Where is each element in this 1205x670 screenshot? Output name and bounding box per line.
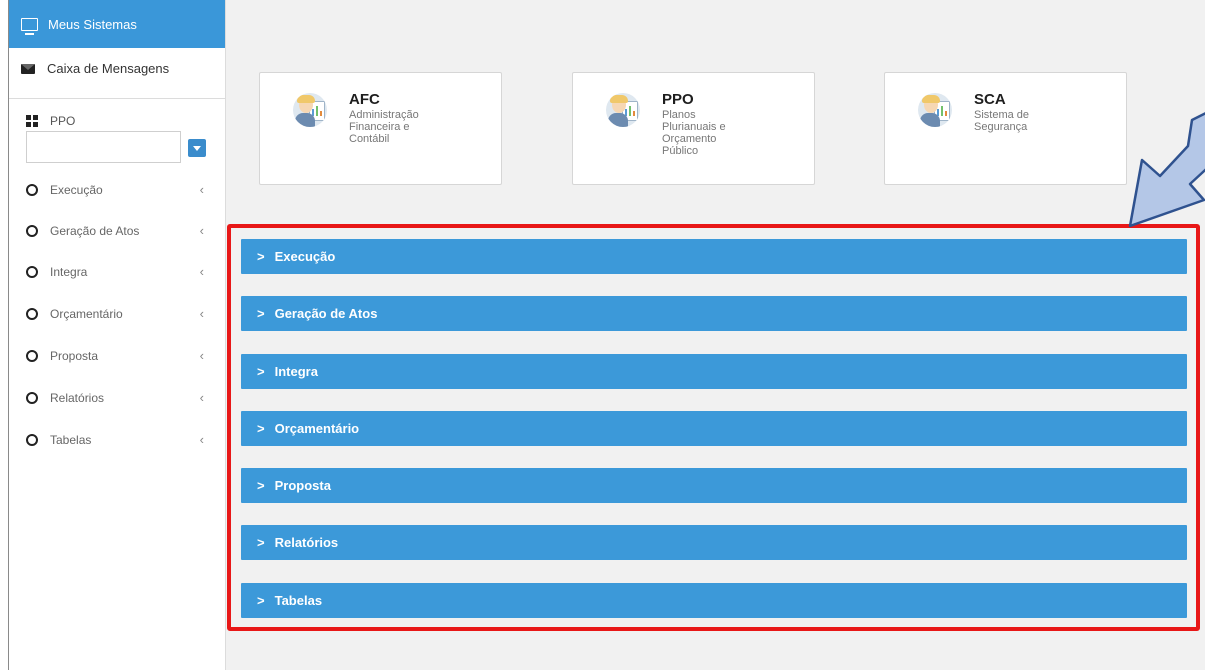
chevron-left-icon: ‹ <box>199 182 204 197</box>
sidebar: Meus Sistemas Caixa de Mensagens PPO Exe… <box>9 0 226 670</box>
user-chart-icon <box>918 93 952 127</box>
circle-icon <box>26 225 38 237</box>
circle-icon <box>26 184 38 196</box>
system-card-ppo[interactable]: PPO Planos Plurianuais e Orçamento Públi… <box>572 72 815 185</box>
circle-icon <box>26 308 38 320</box>
sidebar-item-label: Execução <box>50 183 103 197</box>
system-card-sca[interactable]: SCA Sistema de Segurança <box>884 72 1127 185</box>
sidebar-item-relatorios[interactable]: Relatórios ‹ <box>26 388 216 408</box>
page: Meus Sistemas Caixa de Mensagens PPO Exe… <box>0 0 1205 670</box>
dropdown-button[interactable] <box>188 139 206 157</box>
circle-icon <box>26 350 38 362</box>
sidebar-item-label: Integra <box>50 265 88 279</box>
card-description: Planos Plurianuais e Orçamento Público <box>662 109 726 157</box>
sidebar-item-label: Tabelas <box>50 433 92 447</box>
callout-arrow-icon <box>1128 112 1205 228</box>
envelope-icon <box>21 63 35 74</box>
sidebar-divider <box>9 98 225 99</box>
sidebar-item-messages[interactable]: Caixa de Mensagens <box>21 61 169 76</box>
card-title: AFC <box>349 91 380 108</box>
sidebar-item-execucao[interactable]: Execução ‹ <box>26 180 216 200</box>
sidebar-item-tabelas[interactable]: Tabelas ‹ <box>26 430 216 450</box>
sidebar-top-label: Meus Sistemas <box>48 17 137 32</box>
user-chart-icon <box>293 93 327 127</box>
grid-icon <box>26 115 38 127</box>
card-description: Sistema de Segurança <box>974 109 1030 133</box>
chevron-left-icon: ‹ <box>199 264 204 279</box>
module-select[interactable] <box>26 131 181 163</box>
chevron-left-icon: ‹ <box>199 223 204 238</box>
card-description: Administração Financeira e Contábil <box>349 109 419 145</box>
sidebar-item-label: Proposta <box>50 349 99 363</box>
sidebar-item-meus-sistemas[interactable]: Meus Sistemas <box>9 0 225 48</box>
monitor-icon <box>21 18 38 35</box>
sidebar-item-proposta[interactable]: Proposta ‹ <box>26 346 216 366</box>
messages-label: Caixa de Mensagens <box>47 61 170 76</box>
circle-icon <box>26 434 38 446</box>
chevron-left-icon: ‹ <box>199 348 204 363</box>
sidebar-item-label: Orçamentário <box>50 307 123 321</box>
sidebar-item-label: Geração de Atos <box>50 224 140 238</box>
sidebar-item-integra[interactable]: Integra ‹ <box>26 262 216 282</box>
user-chart-icon <box>606 93 640 127</box>
sidebar-item-label: Relatórios <box>50 391 105 405</box>
window-edge <box>0 0 9 670</box>
chevron-left-icon: ‹ <box>199 306 204 321</box>
card-title: PPO <box>662 91 694 108</box>
sidebar-item-orcamentario[interactable]: Orçamentário ‹ <box>26 304 216 324</box>
chevron-left-icon: ‹ <box>199 390 204 405</box>
system-card-afc[interactable]: AFC Administração Financeira e Contábil <box>259 72 502 185</box>
highlight-box <box>227 224 1200 631</box>
card-title: SCA <box>974 91 1006 108</box>
circle-icon <box>26 392 38 404</box>
module-header: PPO <box>26 114 75 128</box>
sidebar-item-geracao-de-atos[interactable]: Geração de Atos ‹ <box>26 221 216 241</box>
chevron-left-icon: ‹ <box>199 432 204 447</box>
circle-icon <box>26 266 38 278</box>
module-label: PPO <box>50 114 76 128</box>
